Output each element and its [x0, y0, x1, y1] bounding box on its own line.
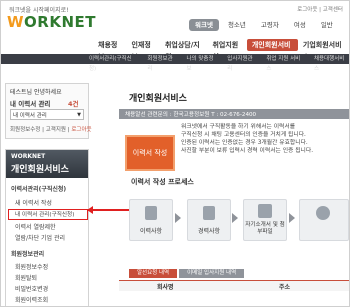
step-arrow-icon [175, 213, 181, 223]
history-table-header: 회사명 주소 [119, 280, 349, 291]
history-tabs: 알선요청 내역 이메일 입사지원 내역 [129, 269, 245, 278]
sidebar-item-block-company[interactable]: 열람/차단 기업 관리 [15, 233, 65, 242]
tab-email-history[interactable]: 이메일 입사지원 내역 [179, 269, 245, 278]
main-nav: 채용정보 인재정보 취업상담/지원 취업지원실 개인회원서비스 기업회원서비스 [93, 39, 349, 61]
nav-support-room[interactable]: 취업지원실 [207, 39, 246, 61]
tab-referral-history[interactable]: 알선요청 내역 [129, 269, 178, 278]
browser-frame: 워크넷을 시작페이지로! 로그아웃 | 고객센터 WORKNET 워크넷 청소년… [0, 0, 350, 307]
tab-youth[interactable]: 청소년 [221, 19, 252, 31]
link-support[interactable]: 고객지원 [46, 127, 66, 133]
subnav-support[interactable]: 취업 지원 서비스 [266, 54, 305, 74]
util-link-customer[interactable]: 고객센터 [323, 7, 343, 13]
resume-select-value: 내 이력서 관리 [13, 113, 47, 119]
login-links: 회원정보수정 | 고객지원 | 로그아웃 [10, 127, 92, 133]
subnav-applications[interactable]: 입사지원관리 [227, 54, 257, 74]
sidebar-item-view-limit[interactable]: 이력서 열람제한 [15, 222, 56, 231]
step-final-box [299, 199, 349, 241]
nav-talent[interactable]: 인재정보 [126, 39, 159, 61]
subnav-member-info[interactable]: 회원정보관리 [147, 54, 177, 74]
step-arrow-icon [232, 213, 238, 223]
callout-arrow-icon [87, 206, 93, 214]
write-resume-button[interactable]: 이력서 작성 [125, 135, 175, 171]
check-icon [316, 206, 330, 220]
subnav-resume[interactable]: 이력서관리(구직신청) [89, 54, 138, 74]
folder-icon [258, 204, 272, 218]
tab-women[interactable]: 여성 [287, 19, 312, 31]
sidebar-section-resume[interactable]: 이력서관리(구직신청) [11, 184, 66, 193]
util-links: 로그아웃 | 고객센터 [297, 7, 343, 13]
contact-text: 채용알선 관련문의 : 한국고용정보원 T : 02-676-2400 [125, 112, 257, 118]
sidebar-title: 개인회원서비스 [11, 165, 69, 175]
sidebar-item-new-resume[interactable]: 새 이력서 작성 [15, 198, 52, 207]
link-logout[interactable]: 로그아웃 [71, 127, 91, 133]
contact-bar: 채용알선 관련문의 : 한국고용정보원 T : 02-676-2400 [119, 109, 349, 119]
sidebar-brand: WORKNET [11, 153, 46, 160]
step-career-box: 경력사항 [187, 199, 231, 241]
resume-label: 내 이력서 관리 [10, 100, 51, 108]
resume-count: 4건 [68, 100, 79, 108]
desc-line: 구직신청 시 채팅 고용센터의 인증을 거치게 됩니다. [181, 132, 306, 138]
steps-title: 이력서 작성 프로세스 [131, 178, 194, 186]
sidebar-menu: WORKNET 개인회원서비스 이력서관리(구직신청) 새 이력서 작성 내 이… [5, 149, 89, 306]
subnav-agency[interactable]: 채용대행서비스 [314, 54, 349, 74]
top-tabs: 워크넷 청소년 고령자 여성 일반 [189, 19, 339, 31]
login-greeting: 테스트님 안녕하세요 [10, 89, 62, 96]
login-box: 테스트님 안녕하세요 내 이력서 관리 4건 내 이력서 관리 ▼ 회원정보수정… [5, 83, 92, 139]
col-company: 회사명 [157, 284, 174, 291]
sidebar-item-history[interactable]: 회원이력조회 [15, 295, 48, 304]
document-icon [203, 206, 215, 220]
sidebar-section-member[interactable]: 회원정보관리 [11, 249, 44, 258]
step-label: 경력사항 [197, 228, 221, 235]
tab-general[interactable]: 일반 [314, 19, 339, 31]
col-address: 주소 [279, 284, 291, 291]
sub-nav: 이력서관리(구직신청) 회원정보관리 나의 맞춤정보 입사지원관리 취업 지원 … [1, 54, 349, 72]
link-edit-member[interactable]: 회원정보수정 [10, 127, 40, 133]
chevron-down-icon: ▼ [77, 112, 81, 118]
logo-initial: W [7, 13, 25, 31]
sidebar-header: WORKNET 개인회원서비스 [6, 150, 88, 178]
step-history-box: 이력사항 [129, 199, 173, 241]
sidebar-item-password[interactable]: 비밀번호변경 [15, 284, 48, 293]
nav-company-service[interactable]: 기업회원서비스 [298, 39, 349, 61]
tab-senior[interactable]: 고령자 [254, 19, 285, 31]
nav-jobs[interactable]: 채용정보 [93, 39, 126, 61]
write-resume-label: 이력서 작성 [132, 149, 168, 157]
step-intro-box: 자기소개서 및 첨부파일 [243, 199, 287, 241]
desc-line: 인증된 이력서는 인증없는 경우 3개월간 유효합니다. [181, 140, 308, 146]
nav-personal-service[interactable]: 개인회원서비스 [246, 39, 298, 61]
description-text: 워크넷에서 구직활동을 하기 위해서는 이력서를 구직신청 시 채팅 고용센터의… [181, 123, 349, 155]
sidebar-item-my-resume[interactable]: 내 이력서 관리(구직신청) [15, 210, 74, 218]
step-label: 자기소개서 및 첨부파일 [245, 222, 285, 235]
tab-worknet[interactable]: 워크넷 [189, 19, 219, 31]
nav-counseling[interactable]: 취업상담/지원 [160, 39, 208, 61]
desc-line: 워크넷에서 구직활동을 하기 위해서는 이력서를 [181, 124, 296, 130]
subnav-custom-info[interactable]: 나의 맞춤정보 [186, 54, 218, 74]
worknet-logo[interactable]: WORKNET [7, 13, 96, 31]
step-arrow-icon [289, 213, 295, 223]
page-title: 개인회원서비스 [129, 94, 187, 104]
desc-line: 사진할 부분이 보류 입력시 경력 이력서는 인증 됩니다. [181, 148, 314, 154]
document-icon [145, 206, 157, 220]
sidebar-item-withdraw[interactable]: 회원탈퇴 [15, 273, 37, 282]
step-label: 이력사항 [139, 228, 163, 235]
resume-select[interactable]: 내 이력서 관리 ▼ [10, 109, 84, 120]
logo-text: ORKNET [24, 13, 97, 31]
sidebar-item-edit-member[interactable]: 회원정보수정 [15, 262, 48, 271]
util-link-logout[interactable]: 로그아웃 [297, 7, 317, 13]
